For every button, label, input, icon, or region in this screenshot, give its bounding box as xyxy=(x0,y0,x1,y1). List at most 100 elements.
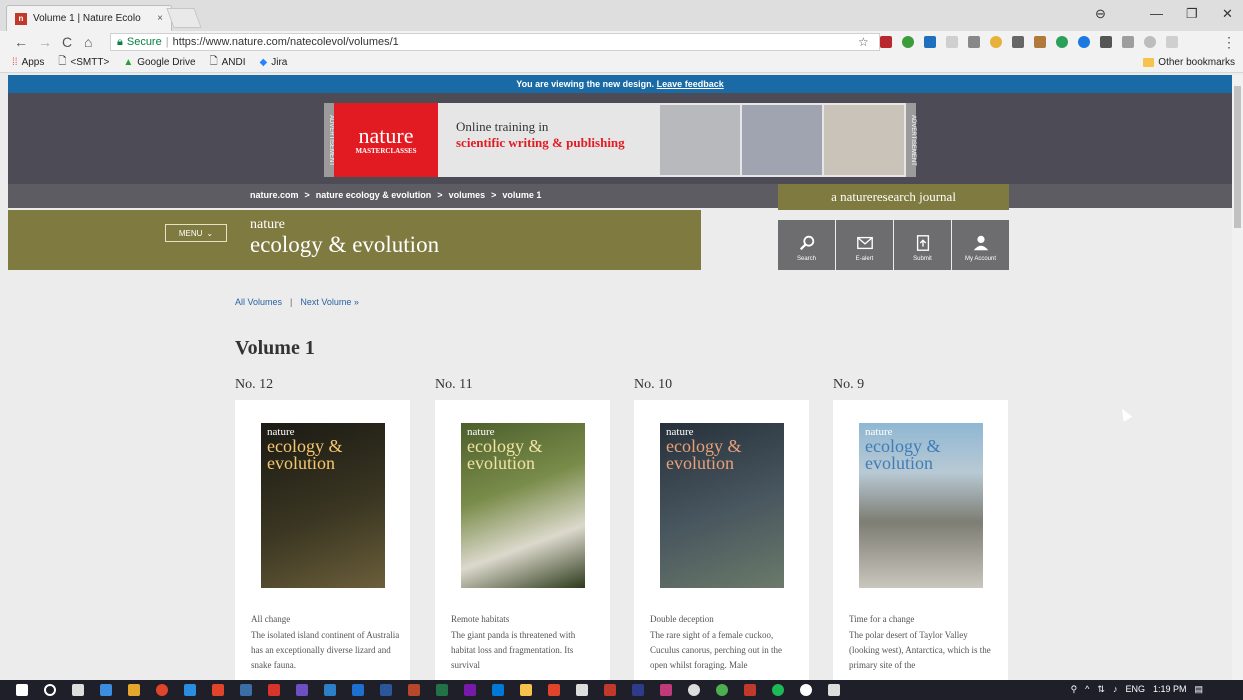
chrome-icon[interactable] xyxy=(156,684,168,696)
tab-close-icon[interactable]: × xyxy=(157,13,163,24)
back-icon[interactable]: ← xyxy=(14,34,28,50)
blue-extension-icon[interactable] xyxy=(1078,36,1090,48)
all-volumes-link[interactable]: All Volumes xyxy=(235,297,282,307)
cortana-icon[interactable] xyxy=(44,684,56,696)
issue-cover-title[interactable]: All change xyxy=(251,614,290,624)
scrollbar-thumb[interactable] xyxy=(1234,86,1241,228)
menu-button[interactable]: MENU ⌄ xyxy=(165,224,227,242)
color-extension-icon[interactable] xyxy=(990,36,1002,48)
issue-cover-title[interactable]: Remote habitats xyxy=(451,614,509,624)
extra-extension-icon[interactable] xyxy=(1166,36,1178,48)
search-button[interactable]: Search xyxy=(778,220,835,270)
grey-extension-icon[interactable] xyxy=(1122,36,1134,48)
restore-icon[interactable]: ❐ xyxy=(1186,6,1198,22)
forward-icon[interactable]: → xyxy=(38,34,52,50)
bookmark-apps[interactable]: ⁞⁞ Apps xyxy=(12,57,44,68)
onenote-icon[interactable] xyxy=(464,684,476,696)
breadcrumb-volumes[interactable]: volumes xyxy=(449,190,486,200)
app-icon[interactable] xyxy=(688,684,700,696)
breadcrumb-nature-com[interactable]: nature.com xyxy=(250,190,299,200)
acrobat-icon[interactable] xyxy=(604,684,616,696)
my-account-button[interactable]: My Account xyxy=(952,220,1009,270)
firefox-icon[interactable] xyxy=(128,684,140,696)
issue-cover-title[interactable]: Time for a change xyxy=(849,614,914,624)
arrows-extension-icon[interactable] xyxy=(1100,36,1112,48)
submit-button[interactable]: Submit xyxy=(894,220,951,270)
reload-icon[interactable]: C xyxy=(62,34,72,50)
tray-chevron-up-icon[interactable]: ^ xyxy=(1085,684,1089,695)
network-icon[interactable]: ⇅ xyxy=(1097,684,1105,695)
issue-cover-image[interactable]: nature ecology & evolution xyxy=(261,423,385,588)
drive-extension-icon[interactable] xyxy=(924,36,936,48)
file-explorer-icon[interactable] xyxy=(520,684,532,696)
user-extension-icon[interactable] xyxy=(1034,36,1046,48)
people-icon[interactable]: ⚲ xyxy=(1071,684,1078,695)
indesign-icon[interactable] xyxy=(660,684,672,696)
profile-icon[interactable]: ⊖ xyxy=(1095,6,1106,22)
natureresearch-tag[interactable]: a natureresearch journal xyxy=(778,184,1009,210)
timer-extension-icon[interactable] xyxy=(1056,36,1068,48)
issue-card[interactable]: nature ecology & evolution Remote habita… xyxy=(435,400,610,680)
bookmark-jira[interactable]: ◆ Jira xyxy=(260,57,288,68)
issue-cover-image[interactable]: nature ecology & evolution xyxy=(859,423,983,588)
app-icon[interactable] xyxy=(212,684,224,696)
app-icon[interactable] xyxy=(268,684,280,696)
window-extension-icon[interactable] xyxy=(968,36,980,48)
ealert-button[interactable]: E-alert xyxy=(836,220,893,270)
address-bar[interactable]: 🔒︎ Secure | https://www.nature.com/natec… xyxy=(110,33,880,51)
app-icon[interactable] xyxy=(352,684,364,696)
leave-feedback-link[interactable]: Leave feedback xyxy=(657,79,724,89)
masterclass-ad[interactable]: ADVERTISEMENT nature MASTERCLASSES Onlin… xyxy=(324,103,916,177)
next-volume-link[interactable]: Next Volume » xyxy=(300,297,359,307)
app-icon[interactable] xyxy=(548,684,560,696)
app-icon[interactable] xyxy=(296,684,308,696)
chrome-menu-icon[interactable]: ⋮ xyxy=(1222,34,1236,51)
spotify-icon[interactable] xyxy=(772,684,784,696)
home-icon[interactable]: ⌂ xyxy=(84,34,92,50)
issue-card[interactable]: nature ecology & evolution Double decept… xyxy=(634,400,809,680)
close-window-icon[interactable]: ✕ xyxy=(1222,6,1233,22)
journal-title[interactable]: nature ecology & evolution xyxy=(250,218,439,258)
outlook-icon[interactable] xyxy=(492,684,504,696)
volume-icon[interactable]: ♪ xyxy=(1113,684,1118,695)
photoshop-icon[interactable] xyxy=(632,684,644,696)
notifications-icon[interactable]: ▤ xyxy=(1194,684,1203,695)
issue-card[interactable]: nature ecology & evolution All change Th… xyxy=(235,400,410,680)
issue-cover-image[interactable]: nature ecology & evolution xyxy=(461,423,585,588)
app-icon[interactable] xyxy=(240,684,252,696)
clock[interactable]: 1:19 PM xyxy=(1153,684,1187,695)
bookmark-google-drive[interactable]: ▲ Google Drive xyxy=(123,57,195,68)
breadcrumb-journal[interactable]: nature ecology & evolution xyxy=(316,190,432,200)
camera-extension-icon[interactable] xyxy=(1012,36,1024,48)
app-icon[interactable] xyxy=(100,684,112,696)
puzzle-extension-icon[interactable] xyxy=(946,36,958,48)
browser-tab[interactable]: n Volume 1 | Nature Ecolo × xyxy=(6,5,172,31)
skype-icon[interactable] xyxy=(800,684,812,696)
pdf-extension-icon[interactable] xyxy=(880,36,892,48)
apps-grid-icon: ⁞⁞ xyxy=(12,57,18,68)
minimize-icon[interactable]: — xyxy=(1150,6,1163,21)
powerpoint-icon[interactable] xyxy=(408,684,420,696)
bookmark-smtt[interactable]: 🗋︎ <SMTT> xyxy=(58,54,109,71)
edge-icon[interactable] xyxy=(184,684,196,696)
other-bookmarks[interactable]: Other bookmarks xyxy=(1143,57,1235,68)
issue-cover-image[interactable]: nature ecology & evolution xyxy=(660,423,784,588)
check-extension-icon[interactable] xyxy=(902,36,914,48)
issue-card[interactable]: nature ecology & evolution Time for a ch… xyxy=(833,400,1008,680)
page-icon: 🗋︎ xyxy=(58,56,67,67)
app-icon[interactable] xyxy=(716,684,728,696)
bookmark-andi[interactable]: 🗋︎ ANDI xyxy=(210,54,246,71)
issue-number: No. 11 xyxy=(435,377,473,392)
filezilla-icon[interactable] xyxy=(744,684,756,696)
app-icon[interactable] xyxy=(324,684,336,696)
settings-extension-icon[interactable] xyxy=(1144,36,1156,48)
issue-cover-title[interactable]: Double deception xyxy=(650,614,714,624)
word-icon[interactable] xyxy=(380,684,392,696)
windows-start-icon[interactable] xyxy=(16,684,28,696)
app-icon[interactable] xyxy=(828,684,840,696)
app-icon[interactable] xyxy=(576,684,588,696)
bookmark-star-icon[interactable]: ☆ xyxy=(858,35,869,49)
task-view-icon[interactable] xyxy=(72,684,84,696)
excel-icon[interactable] xyxy=(436,684,448,696)
language-indicator[interactable]: ENG xyxy=(1125,684,1145,695)
